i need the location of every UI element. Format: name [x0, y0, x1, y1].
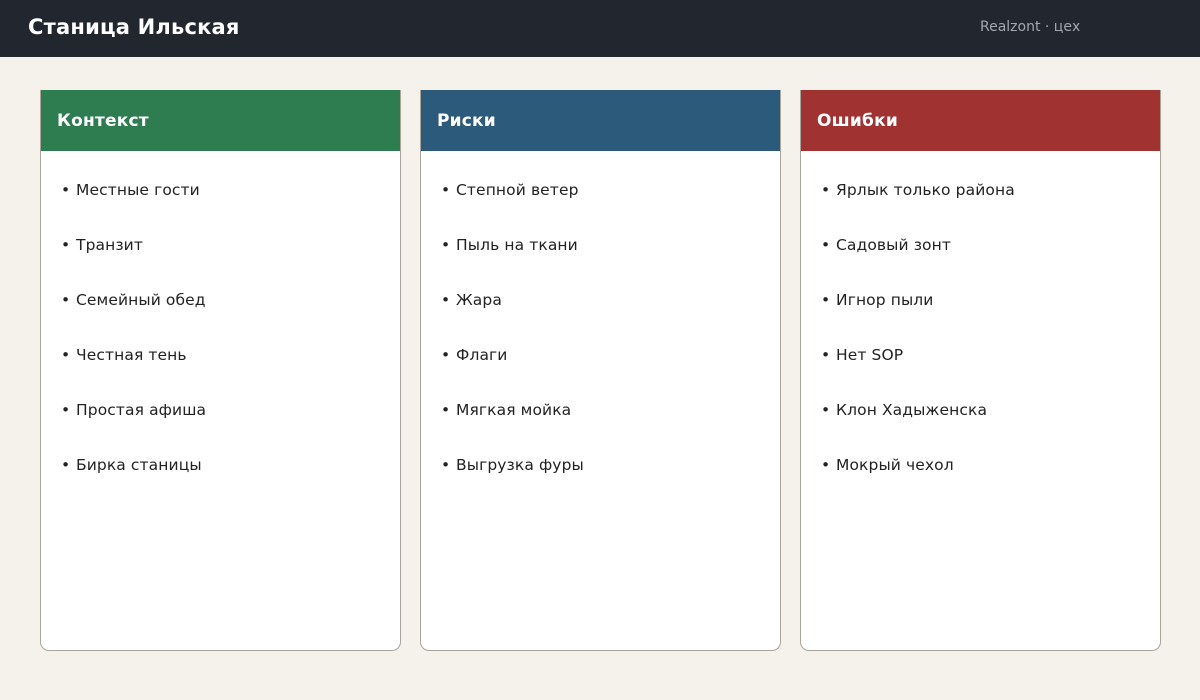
- bullet-icon: •: [61, 236, 71, 254]
- list-item-label: Степной ветер: [456, 181, 579, 199]
- list-item: • Транзит: [61, 235, 400, 290]
- bullet-icon: •: [821, 456, 831, 474]
- list-item-label: Жара: [456, 291, 502, 309]
- bullet-icon: •: [61, 456, 71, 474]
- list-item: • Простая афиша: [61, 400, 400, 455]
- column-header-risks: Риски: [421, 90, 780, 151]
- column-risks: Риски • Степной ветер • Пыль на ткани • Жар…: [420, 90, 781, 651]
- column-items-context: • Местные гости • Транзит • Семейный обед •…: [41, 151, 400, 510]
- column-items-errors: • Ярлык только района • Садовый зонт • Игно…: [801, 151, 1160, 510]
- column-errors: Ошибки • Ярлык только района • Садовый зон…: [800, 90, 1161, 651]
- list-item: • Семейный обед: [61, 290, 400, 345]
- bullet-icon: •: [441, 456, 451, 474]
- bullet-icon: •: [821, 346, 831, 364]
- brand-label: Realzont · цех: [980, 19, 1081, 35]
- list-item: • Честная тень: [61, 345, 400, 400]
- list-item: • Садовый зонт: [821, 235, 1160, 290]
- list-item: • Степной ветер: [441, 180, 780, 235]
- list-item: • Выгрузка фуры: [441, 455, 780, 510]
- bullet-icon: •: [61, 291, 71, 309]
- list-item-label: Клон Хадыженска: [836, 401, 988, 419]
- list-item: • Жара: [441, 290, 780, 345]
- bullet-icon: •: [821, 401, 831, 419]
- board: Контекст • Местные гости • Транзит • Семейн…: [40, 90, 1161, 651]
- list-item: • Клон Хадыженска: [821, 400, 1160, 455]
- list-item-label: Местные гости: [76, 181, 200, 199]
- top-bar: Станица Ильская Realzont · цех: [0, 0, 1200, 57]
- page-title: Станица Ильская: [28, 15, 240, 39]
- bullet-icon: •: [441, 291, 451, 309]
- list-item-label: Флаги: [456, 346, 508, 364]
- list-item: • Мягкая мойка: [441, 400, 780, 455]
- bullet-icon: •: [441, 181, 451, 199]
- column-header-context: Контекст: [41, 90, 400, 151]
- bullet-icon: •: [61, 346, 71, 364]
- list-item: • Мокрый чехол: [821, 455, 1160, 510]
- bullet-icon: •: [821, 236, 831, 254]
- list-item-label: Транзит: [76, 236, 143, 254]
- list-item-label: Мягкая мойка: [456, 401, 572, 419]
- bullet-icon: •: [61, 181, 71, 199]
- list-item: • Местные гости: [61, 180, 400, 235]
- bullet-icon: •: [441, 236, 451, 254]
- list-item: • Бирка станицы: [61, 455, 400, 510]
- list-item: • Нет SOP: [821, 345, 1160, 400]
- list-item-label: Бирка станицы: [76, 456, 202, 474]
- list-item-label: Выгрузка фуры: [456, 456, 584, 474]
- list-item: • Флаги: [441, 345, 780, 400]
- list-item: • Пыль на ткани: [441, 235, 780, 290]
- bullet-icon: •: [441, 346, 451, 364]
- bullet-icon: •: [61, 401, 71, 419]
- list-item-label: Пыль на ткани: [456, 236, 578, 254]
- column-header-errors: Ошибки: [801, 90, 1160, 151]
- list-item-label: Честная тень: [76, 346, 187, 364]
- column-context: Контекст • Местные гости • Транзит • Семейн…: [40, 90, 401, 651]
- list-item-label: Ярлык только района: [836, 181, 1015, 199]
- list-item-label: Нет SOP: [836, 346, 904, 364]
- bullet-icon: •: [821, 181, 831, 199]
- list-item: • Ярлык только района: [821, 180, 1160, 235]
- list-item: • Игнор пыли: [821, 290, 1160, 345]
- bullet-icon: •: [821, 291, 831, 309]
- list-item-label: Мокрый чехол: [836, 456, 954, 474]
- list-item-label: Садовый зонт: [836, 236, 951, 254]
- column-items-risks: • Степной ветер • Пыль на ткани • Жара • Фла…: [421, 151, 780, 510]
- list-item-label: Игнор пыли: [836, 291, 934, 309]
- list-item-label: Семейный обед: [76, 291, 206, 309]
- bullet-icon: •: [441, 401, 451, 419]
- list-item-label: Простая афиша: [76, 401, 207, 419]
